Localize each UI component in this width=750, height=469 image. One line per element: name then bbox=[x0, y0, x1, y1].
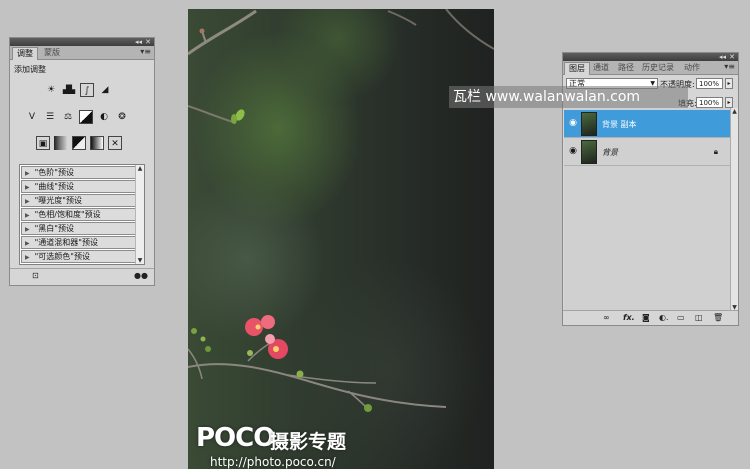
tab-adjustments[interactable]: 调整 bbox=[12, 47, 38, 60]
fx-icon[interactable]: fx. bbox=[623, 313, 635, 322]
adjustment-icons-row-2: V ☰ ⚖ ◐ ❂ bbox=[25, 110, 129, 124]
close-icon[interactable]: ✕ bbox=[729, 53, 735, 61]
selective-color-icon[interactable]: ✕ bbox=[108, 136, 122, 150]
scroll-down-icon[interactable]: ▼ bbox=[136, 257, 144, 264]
tab-paths[interactable]: 路径 bbox=[614, 62, 638, 74]
preset-label: "曲线"预设 bbox=[34, 182, 74, 191]
layers-footer: ∞ fx. ◙ ◐. ▭ ◫ 🗑︎ bbox=[563, 310, 738, 325]
expand-triangle-icon: ▶ bbox=[25, 184, 30, 191]
vibrance-icon[interactable]: V bbox=[25, 110, 39, 124]
panel-titlebar[interactable]: ◂◂ ✕ bbox=[563, 53, 738, 61]
expand-triangle-icon: ▶ bbox=[25, 240, 30, 247]
expand-triangle-icon: ▶ bbox=[25, 212, 30, 219]
preset-item[interactable]: ▶ "曝光度"预设 bbox=[21, 194, 143, 207]
panel-menu-icon[interactable]: ▾≡ bbox=[724, 62, 735, 71]
trash-icon[interactable]: 🗑︎ bbox=[713, 313, 723, 322]
expand-triangle-icon: ▶ bbox=[25, 226, 30, 233]
black-white-icon[interactable] bbox=[79, 110, 93, 124]
layers-tabbar: 图层 通道 路径 历史记录 动作 ▾≡ bbox=[563, 61, 738, 75]
add-adjustment-label: 添加调整 bbox=[14, 65, 46, 74]
photo-canvas[interactable]: POCO 摄影专题 http://photo.poco.cn/ bbox=[188, 9, 494, 469]
adjustments-footer: ⊡ ●● bbox=[10, 268, 154, 285]
preset-item[interactable]: ▶ "曲线"预设 bbox=[21, 180, 143, 193]
preset-item[interactable]: ▶ "通道混和器"预设 bbox=[21, 236, 143, 249]
channel-mixer-icon[interactable]: ❂ bbox=[115, 110, 129, 124]
preset-label: "通道混和器"预设 bbox=[34, 238, 98, 247]
preset-scrollbar[interactable]: ▲ ▼ bbox=[135, 165, 144, 264]
opacity-input[interactable]: 100% bbox=[696, 78, 723, 89]
watermark-title: 摄影专题 bbox=[270, 431, 347, 453]
panel-menu-icon[interactable]: ▾≡ bbox=[140, 47, 151, 56]
adjustment-layer-icon[interactable]: ◐. bbox=[659, 313, 669, 322]
tab-masks[interactable]: 蒙版 bbox=[40, 47, 64, 59]
new-layer-icon[interactable]: ◫ bbox=[695, 313, 703, 322]
link-layers-icon[interactable]: ∞ bbox=[603, 313, 610, 322]
levels-icon[interactable]: ▟▙ bbox=[62, 83, 76, 97]
curves-icon[interactable]: ∫ bbox=[80, 83, 94, 97]
threshold-icon[interactable] bbox=[72, 136, 86, 150]
adjustment-icons-row-3: ▣ ✕ bbox=[36, 136, 122, 150]
layer-row-background-copy[interactable]: ◉ 背景 副本 bbox=[564, 110, 730, 138]
scroll-up-icon[interactable]: ▲ bbox=[136, 165, 144, 172]
expand-triangle-icon: ▶ bbox=[25, 170, 30, 177]
hue-saturation-icon[interactable]: ☰ bbox=[43, 110, 57, 124]
lock-icon: 🔒︎ bbox=[713, 147, 718, 156]
eye-icon[interactable]: ◉ bbox=[568, 146, 578, 156]
layer-scrollbar[interactable]: ▲ ▼ bbox=[730, 108, 738, 311]
adjustments-panel: ◂◂ ✕ 调整 蒙版 ▾≡ 添加调整 ☀ ▟▙ ∫ ◢ V ☰ ⚖ ◐ ❂ ▣ … bbox=[9, 37, 155, 286]
preset-label: "色相/饱和度"预设 bbox=[34, 210, 101, 219]
preset-item[interactable]: ▶ "黑白"预设 bbox=[21, 222, 143, 235]
eye-icon[interactable]: ◉ bbox=[568, 118, 578, 128]
preset-list: ▶ "色阶"预设 ▶ "曲线"预设 ▶ "曝光度"预设 ▶ "色相/饱和度"预设 ▶ "黑… bbox=[19, 164, 145, 265]
visibility-toggle-icon[interactable]: ●● bbox=[134, 271, 148, 280]
scroll-up-icon[interactable]: ▲ bbox=[731, 108, 738, 115]
preset-item[interactable]: ▶ "色阶"预设 bbox=[21, 166, 143, 179]
preset-item[interactable]: ▶ "可选颜色"预设 bbox=[21, 250, 143, 263]
tab-actions[interactable]: 动作 bbox=[680, 62, 704, 74]
tab-channels[interactable]: 通道 bbox=[589, 62, 613, 74]
tab-history[interactable]: 历史记录 bbox=[638, 62, 678, 74]
expand-triangle-icon: ▶ bbox=[25, 198, 30, 205]
branch-artwork bbox=[188, 9, 494, 412]
layer-thumbnail bbox=[581, 112, 597, 136]
new-group-icon[interactable]: ▭ bbox=[677, 313, 685, 322]
collapse-icon[interactable]: ◂◂ bbox=[719, 53, 726, 61]
layer-name[interactable]: 背景 副本 bbox=[602, 119, 637, 130]
layer-name[interactable]: 背景 bbox=[602, 147, 618, 158]
site-watermark-banner: 瓦栏 www.walanwalan.com bbox=[449, 86, 688, 108]
collapse-icon[interactable]: ◂◂ bbox=[135, 38, 142, 46]
gradient-map-icon[interactable] bbox=[90, 136, 104, 150]
preset-label: "曝光度"预设 bbox=[34, 196, 82, 205]
tab-layers[interactable]: 图层 bbox=[564, 62, 590, 75]
fill-slider-button[interactable]: ▸ bbox=[725, 97, 733, 108]
watermark-url: http://photo.poco.cn/ bbox=[210, 455, 336, 469]
poco-logo: POCO bbox=[196, 423, 275, 453]
add-mask-icon[interactable]: ◙ bbox=[642, 313, 650, 322]
panel-titlebar[interactable]: ◂◂ ✕ bbox=[10, 38, 154, 46]
photo-filter-icon[interactable]: ◐ bbox=[97, 110, 111, 124]
expand-triangle-icon: ▶ bbox=[25, 254, 30, 261]
preset-label: "可选颜色"预设 bbox=[34, 252, 90, 261]
layer-row-background[interactable]: ◉ 背景 🔒︎ bbox=[564, 138, 730, 166]
fill-input[interactable]: 100% bbox=[696, 97, 723, 108]
close-icon[interactable]: ✕ bbox=[145, 38, 151, 46]
layer-thumbnail bbox=[581, 140, 597, 164]
opacity-slider-button[interactable]: ▸ bbox=[725, 78, 733, 89]
preset-item[interactable]: ▶ "色相/饱和度"预设 bbox=[21, 208, 143, 221]
preset-label: "黑白"预设 bbox=[34, 224, 74, 233]
exposure-icon[interactable]: ◢ bbox=[98, 83, 112, 97]
layer-list: ◉ 背景 副本 ◉ 背景 🔒︎ bbox=[564, 108, 730, 311]
invert-icon[interactable]: ▣ bbox=[36, 136, 50, 150]
preset-label: "色阶"预设 bbox=[34, 168, 74, 177]
brightness-contrast-icon[interactable]: ☀ bbox=[44, 83, 58, 97]
posterize-icon[interactable] bbox=[54, 136, 68, 150]
color-balance-icon[interactable]: ⚖ bbox=[61, 110, 75, 124]
clip-to-layer-icon[interactable]: ⊡ bbox=[32, 271, 39, 280]
adjustments-tabbar: 调整 蒙版 ▾≡ bbox=[10, 46, 154, 60]
adjustment-icons-row-1: ☀ ▟▙ ∫ ◢ bbox=[44, 83, 112, 97]
